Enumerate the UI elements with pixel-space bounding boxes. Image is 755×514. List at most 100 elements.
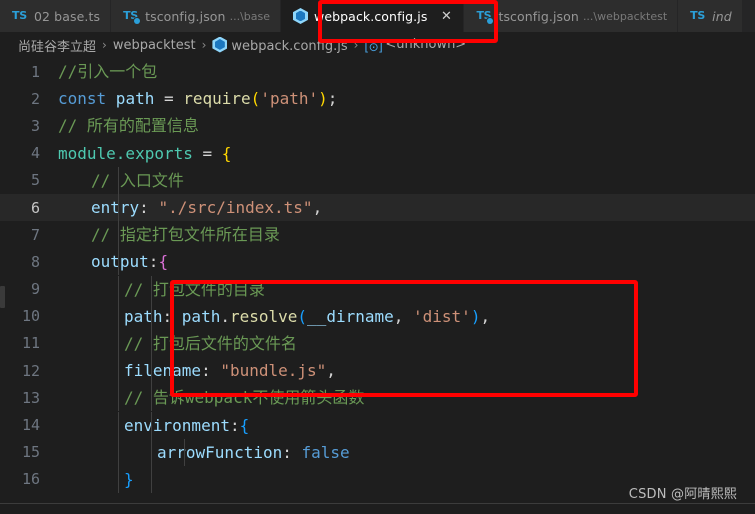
indent-guide: [151, 275, 152, 303]
line-number: 8: [30, 252, 40, 271]
close-icon[interactable]: ✕: [439, 10, 453, 23]
code-line[interactable]: 9 // 打包文件的目录: [0, 275, 755, 303]
code-line[interactable]: 7 // 指定打包文件所在目录: [0, 221, 755, 249]
code-tokens: //引入一个包: [58, 62, 157, 81]
code-tokens: path: path.resolve(__dirname, 'dist'),: [58, 307, 490, 326]
breadcrumb-item-1[interactable]: 尚硅谷李立超: [18, 36, 96, 55]
line-number: 14: [21, 416, 40, 435]
indent-guide: [118, 384, 119, 412]
line-number: 2: [30, 89, 40, 108]
tsconfig-icon: TS: [476, 9, 494, 24]
typescript-icon: TS: [690, 9, 705, 22]
indent-guide: [118, 357, 119, 385]
code-line[interactable]: 8 output:{: [0, 248, 755, 276]
symbol-variable-icon: [⊙]: [364, 39, 383, 54]
indent-guide: [151, 357, 152, 385]
editor-tab-5[interactable]: TS ind: [678, 0, 743, 32]
indent-guide: [118, 329, 119, 357]
code-line-content: // 打包文件的目录: [58, 275, 755, 303]
breadcrumb-item-2[interactable]: webpacktest: [113, 38, 196, 53]
indent-guide: [118, 465, 119, 493]
editor-tab-1[interactable]: TS 02 base.ts: [0, 0, 112, 32]
code-token: // 打包文件的目录: [124, 279, 265, 299]
line-number: 5: [30, 171, 40, 190]
code-token: :: [282, 442, 302, 462]
code-line[interactable]: 13 // 告诉webpack不使用箭头函数: [0, 384, 755, 412]
code-line[interactable]: 3 // 所有的配置信息: [0, 112, 755, 139]
code-token: ,: [326, 361, 336, 381]
code-token: require: [183, 89, 251, 109]
code-line-content: // 指定打包文件所在目录: [58, 221, 755, 249]
tab-description: ...\webpacktest: [582, 9, 668, 23]
breadcrumb-item-3[interactable]: webpack.config.js: [212, 36, 348, 54]
vscode-window: TS 02 base.ts TS tsconfig.json ...\base webpa…: [0, 0, 755, 514]
code-line[interactable]: 15 arrowFunction: false: [0, 438, 755, 466]
code-line-content: // 所有的配置信息: [58, 112, 755, 139]
code-token: .: [220, 306, 230, 326]
breadcrumb-label: <unknown>: [385, 36, 467, 52]
code-line-content: // 打包后文件的文件名: [58, 329, 755, 357]
indent-guide: [118, 438, 119, 466]
code-line[interactable]: 1 //引入一个包: [0, 58, 755, 85]
webpack-icon: [212, 36, 228, 53]
indent-guide: [151, 438, 152, 466]
code-line[interactable]: 2 const path = require('path');: [0, 85, 755, 112]
indent-guide: [118, 194, 119, 222]
code-token: path: [106, 89, 164, 109]
editor-tab-2[interactable]: TS tsconfig.json ...\base: [111, 0, 281, 32]
code-tokens: output:{: [58, 252, 168, 271]
indent-guide: [118, 275, 119, 303]
code-token: // 指定打包文件所在目录: [91, 225, 280, 245]
code-line-content: output:{: [58, 248, 755, 276]
line-number: 13: [21, 388, 40, 407]
code-line[interactable]: 10 path: path.resolve(__dirname, 'dist'),: [0, 302, 755, 330]
breadcrumb-label: 尚硅谷李立超: [18, 39, 97, 55]
editor-tab-3[interactable]: webpack.config.js ✕: [281, 0, 465, 32]
code-token: output: [91, 252, 149, 272]
code-tokens: filename: "bundle.js",: [58, 361, 336, 380]
code-line-content: environment:{: [58, 411, 755, 439]
breadcrumb-separator: ›: [201, 38, 207, 52]
editor-tab-4[interactable]: TS tsconfig.json ...\webpacktest: [464, 0, 679, 32]
code-tokens: arrowFunction: false: [58, 443, 350, 462]
tab-description: ...\base: [229, 9, 270, 23]
line-number: 15: [21, 443, 40, 462]
code-token: //引入一个包: [58, 62, 158, 82]
line-number: 16: [21, 470, 40, 489]
code-token: ): [470, 306, 481, 326]
line-number: 1: [30, 62, 40, 81]
code-token: (: [297, 306, 308, 326]
code-line-content: const path = require('path');: [58, 85, 755, 112]
breadcrumb-label: webpacktest: [112, 37, 196, 53]
code-line-content: filename: "bundle.js",: [58, 357, 755, 385]
code-line[interactable]: 6 entry: "./src/index.ts",: [0, 193, 755, 222]
line-number: 11: [21, 334, 40, 353]
code-line[interactable]: 12 filename: "bundle.js",: [0, 357, 755, 385]
code-token: (: [250, 89, 261, 109]
code-token: const: [58, 89, 107, 109]
tab-label: webpack.config.js: [314, 8, 428, 24]
code-tokens: environment:{: [58, 416, 249, 435]
code-token: ,: [393, 306, 414, 326]
code-editor[interactable]: 1 //引入一个包 2 const path = require('path'); 3/…: [0, 58, 755, 502]
code-token: =: [163, 89, 184, 109]
webpack-icon: [293, 8, 308, 24]
line-number: 6: [30, 198, 40, 217]
code-line[interactable]: 5 // 入口文件: [0, 166, 755, 194]
typescript-icon: TS: [12, 9, 27, 22]
breadcrumb-separator: ›: [353, 38, 359, 52]
line-number: 12: [21, 361, 40, 380]
code-token: ,: [480, 306, 491, 326]
code-line[interactable]: 4 module.exports = {: [0, 140, 755, 167]
code-line-content: entry: "./src/index.ts",: [58, 194, 755, 222]
code-line[interactable]: 11 // 打包后文件的文件名: [0, 329, 755, 357]
tab-label: tsconfig.json: [498, 8, 579, 24]
code-token: =: [202, 143, 222, 163]
code-tokens: }: [58, 470, 134, 489]
breadcrumb-separator: ›: [102, 38, 107, 52]
code-line[interactable]: 14 environment:{: [0, 411, 755, 439]
code-token: ,: [312, 198, 323, 218]
breadcrumb-item-4[interactable]: [⊙] <unknown>: [364, 37, 466, 54]
breadcrumb[interactable]: 尚硅谷李立超 › webpacktest › webpack.config.js › [⊙]…: [0, 32, 755, 58]
code-token: ;: [327, 89, 338, 109]
